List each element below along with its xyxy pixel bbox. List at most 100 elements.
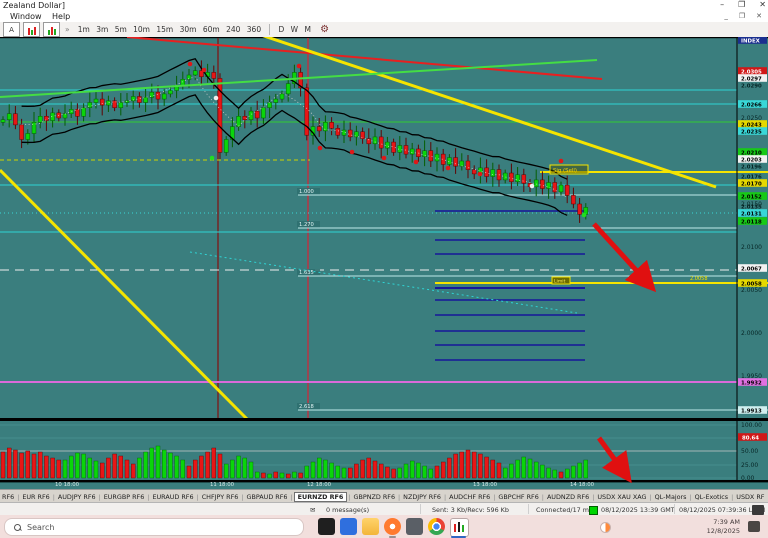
period-buttons: DWM xyxy=(275,25,314,34)
timeframe-3m[interactable]: 3m xyxy=(96,25,108,34)
tab-audnzd-rf6[interactable]: AUDNZD RF6 xyxy=(545,493,591,501)
chart-restore-icon[interactable]: ❐ xyxy=(739,12,745,20)
minimize-icon[interactable]: – xyxy=(720,0,724,9)
price-label: 2.0196 xyxy=(741,164,762,170)
messages-count: 0 message(s) xyxy=(326,506,369,514)
timeframe-60m[interactable]: 60m xyxy=(203,25,220,34)
timeframe-240[interactable]: 240 xyxy=(226,25,240,34)
chart-style2-icon[interactable] xyxy=(43,22,60,37)
signal-dot xyxy=(382,156,387,161)
signal-dot xyxy=(214,96,219,101)
search-icon xyxy=(14,524,21,531)
price-label: 1.9932 xyxy=(741,380,762,386)
tab-audchf-rf6[interactable]: AUDCHF RF6 xyxy=(447,493,492,501)
tab-separator: | xyxy=(197,493,199,501)
period-D[interactable]: D xyxy=(278,25,284,34)
timeframe-5m[interactable]: 5m xyxy=(115,25,127,34)
tab-audjpy-rf6[interactable]: AUDJPY RF6 xyxy=(56,493,98,501)
chart-area[interactable]: 1.0001.2701.6352.618Sig (Sell)Limit2.005… xyxy=(0,37,768,489)
time-label: 14 18:00 xyxy=(570,482,595,488)
timeframe-1m[interactable]: 1m xyxy=(78,25,90,34)
timeframe-360[interactable]: 360 xyxy=(247,25,261,34)
toolbar-overflow-icon[interactable]: » xyxy=(65,25,70,34)
fib-label: 1.270 xyxy=(299,222,314,228)
price-label: 1.9913 xyxy=(741,408,762,414)
time-label: 13 18:00 xyxy=(473,482,498,488)
tab-nzdjpy-rf6[interactable]: NZDJPY RF6 xyxy=(401,493,443,501)
tab-ql-exotics[interactable]: QL-Exotics xyxy=(693,493,730,501)
tab-ql-majors[interactable]: QL-Majors xyxy=(653,493,689,501)
timeframe-10m[interactable]: 10m xyxy=(133,25,150,34)
signal-dot xyxy=(188,62,193,67)
tab-usdx-xau-xag[interactable]: USDX XAU XAG xyxy=(595,493,648,501)
tray-icon[interactable] xyxy=(600,522,611,533)
tab-eurgbp-rf6[interactable]: EURGBP RF6 xyxy=(102,493,147,501)
panel-separator[interactable] xyxy=(0,418,768,421)
signal-dot xyxy=(210,156,215,161)
chart-close-icon[interactable]: ✕ xyxy=(756,12,762,20)
chat-app-icon[interactable] xyxy=(384,518,401,535)
timeframe-buttons: 1m 3m 5m 10m 15m 30m 60m 240 360 xyxy=(75,25,265,34)
tab-separator: | xyxy=(241,493,243,501)
indicator-value: 80.64 xyxy=(742,435,759,441)
timeframe-30m[interactable]: 30m xyxy=(180,25,197,34)
taskbar: Search 7:39 AM 12/8/2025 xyxy=(0,515,768,538)
indicator-tick: 25.00 xyxy=(741,462,758,469)
period-M[interactable]: M xyxy=(304,25,310,34)
tab-chfjpy-rf6[interactable]: CHFJPY RF6 xyxy=(200,493,241,501)
price-label: 2.0118 xyxy=(741,219,762,225)
connection-status: Connected/17 ms xyxy=(536,506,592,514)
price-label: 2.0131 xyxy=(741,211,762,217)
tab-euraud-rf6[interactable]: EURAUD RF6 xyxy=(150,493,195,501)
chart-style-icon[interactable] xyxy=(23,22,40,37)
price-label: INDEX xyxy=(741,38,761,44)
tab-rf6[interactable]: RF6 xyxy=(0,493,16,501)
restore-icon[interactable]: ❐ xyxy=(738,0,745,9)
trading-platform-icon[interactable] xyxy=(450,518,469,537)
indicator-tool-icon[interactable]: A xyxy=(3,22,20,37)
window-title: Zealand Dollar] xyxy=(3,1,65,10)
gear-icon[interactable]: ⚙ xyxy=(320,24,329,35)
chrome-icon[interactable] xyxy=(428,518,445,535)
time-label: 10 18:00 xyxy=(55,482,80,488)
menu-help[interactable]: Help xyxy=(52,12,70,21)
search-label: Search xyxy=(27,523,54,532)
signal-dot xyxy=(350,150,355,155)
symbol-tab-bar: RF6|EUR RF6|AUDJPY RF6|EURGBP RF6|EURAUD… xyxy=(0,489,768,503)
signal-dot xyxy=(297,64,302,69)
signal-dot xyxy=(202,68,207,73)
tab-eur-rf6[interactable]: EUR RF6 xyxy=(20,493,51,501)
tab-gbpaud-rf6[interactable]: GBPAUD RF6 xyxy=(245,493,290,501)
indicator-tick: 100.00 xyxy=(741,422,762,429)
menu-window[interactable]: Window xyxy=(10,12,42,21)
calculator-icon[interactable] xyxy=(340,518,357,535)
price-tick: 2.0050 xyxy=(741,287,762,294)
tab-separator: | xyxy=(649,493,651,501)
gmt-time: 08/12/2025 13:39 GMT xyxy=(601,506,675,514)
price-label: 2.0067 xyxy=(741,266,762,272)
tab-eurnzd-rf6[interactable]: EURNZD RF6 xyxy=(294,492,348,502)
tab-gbpnzd-rf6[interactable]: GBPNZD RF6 xyxy=(352,493,397,501)
tab-separator: | xyxy=(493,493,495,501)
chart-minimize-icon[interactable]: _ xyxy=(724,12,728,20)
video-app-icon[interactable] xyxy=(318,518,335,535)
timeframe-15m[interactable]: 15m xyxy=(156,25,173,34)
tab-usdx-rf[interactable]: USDX RF xyxy=(734,493,766,501)
tab-separator: | xyxy=(444,493,446,501)
fib-label: 2.618 xyxy=(299,404,314,410)
title-bar: Zealand Dollar] – ❐ ✕ xyxy=(0,0,768,11)
taskbar-clock[interactable]: 7:39 AM 12/8/2025 xyxy=(707,518,740,535)
tab-separator: | xyxy=(348,493,350,501)
indicator-tick: 50.00 xyxy=(741,448,758,455)
mail-icon[interactable]: ✉ xyxy=(310,506,315,514)
application-window: { "window":{"title":"Zealand Dollar]","m… xyxy=(0,0,768,538)
notification-icon[interactable] xyxy=(748,521,760,532)
search-input[interactable]: Search xyxy=(4,518,304,536)
notes-app-icon[interactable] xyxy=(406,518,423,535)
tab-gbpchf-rf6[interactable]: GBPCHF RF6 xyxy=(496,493,540,501)
time-label: 11 18:00 xyxy=(210,482,235,488)
period-W[interactable]: W xyxy=(291,25,298,34)
price-chart[interactable]: 1.0001.2701.6352.618Sig (Sell)Limit2.005… xyxy=(0,37,768,489)
close-icon[interactable]: ✕ xyxy=(759,0,766,9)
file-explorer-icon[interactable] xyxy=(362,518,379,535)
